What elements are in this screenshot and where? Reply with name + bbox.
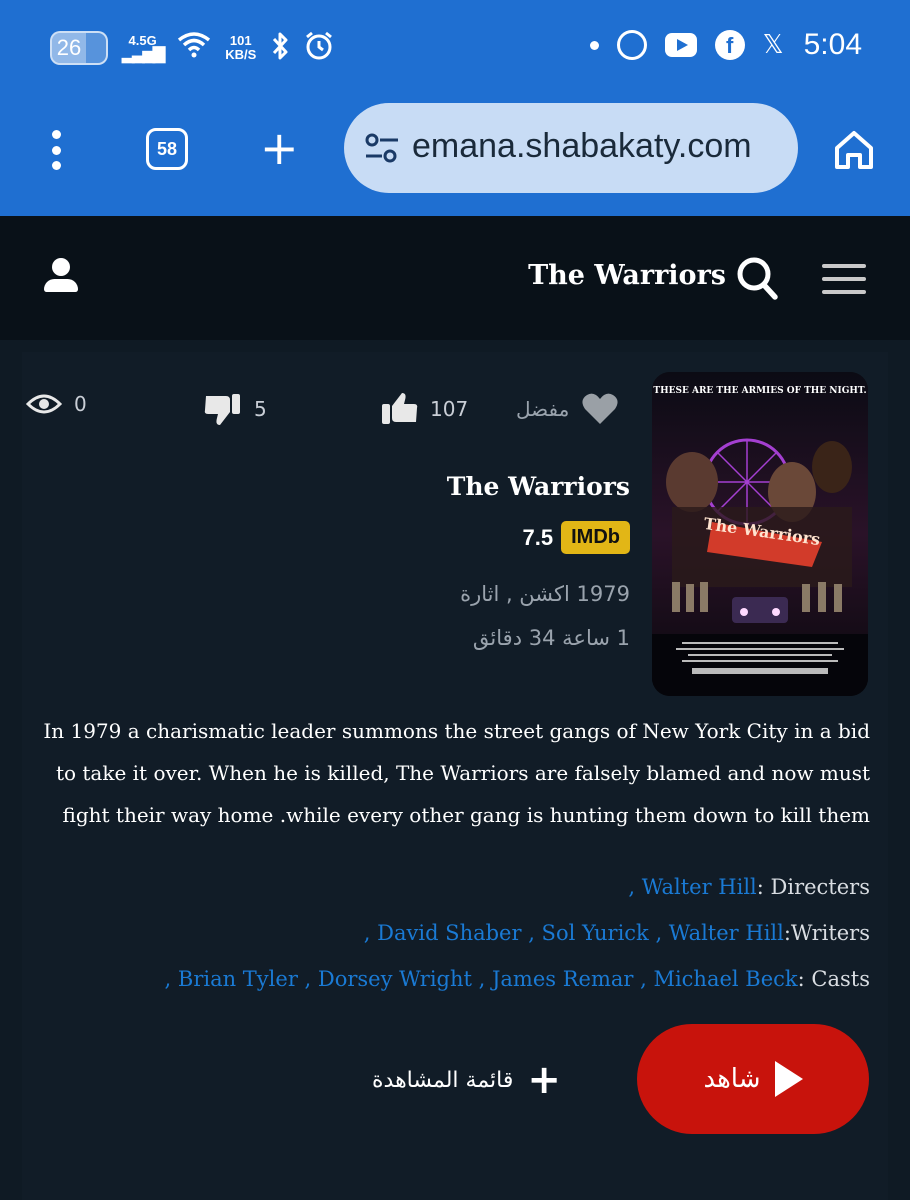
speed-unit: KB/S (225, 46, 257, 62)
casts-label: : Casts (797, 967, 870, 991)
thumbs-up-icon (382, 393, 418, 424)
movie-description: In 1979 a charismatic leader summons the… (43, 719, 870, 827)
home-icon[interactable] (832, 128, 876, 172)
directors-row: , Walter Hill: Directers (24, 864, 870, 910)
add-to-watchlist-button[interactable]: قائمة المشاهدة + (372, 1060, 561, 1100)
movie-title: The Warriors (446, 472, 630, 501)
wifi-icon (177, 30, 211, 65)
address-bar[interactable]: emana.shabakaty.com (344, 103, 798, 193)
header-search-title[interactable]: The Warriors (528, 260, 726, 291)
plus-icon: + (527, 1057, 561, 1103)
alarm-icon (304, 31, 334, 65)
imdb-rating: 7.5 (522, 524, 554, 550)
views-count: 0 (74, 392, 87, 416)
browser-chrome: 26 4.5G ▂▃▅▇ 101 KB/S f 𝕏 5:04 58 + eman… (0, 0, 910, 216)
status-bar: 26 4.5G ▂▃▅▇ 101 KB/S f 𝕏 5:04 (0, 0, 910, 100)
eye-icon (26, 394, 62, 414)
directors-label: : Directers (756, 875, 870, 899)
watch-label: شاهد (703, 1064, 761, 1094)
favorite-button[interactable]: مفضل (516, 392, 619, 426)
facebook-icon: f (714, 30, 745, 60)
casts-links[interactable]: , Brian Tyler , Dorsey Wright , James Re… (165, 967, 798, 991)
browser-toolbar: 58 + emana.shabakaty.com (0, 100, 910, 216)
dislikes-count: 5 (254, 397, 267, 421)
like-button[interactable]: 107 (380, 392, 468, 426)
youtube-icon (664, 33, 697, 57)
views-stat: 0 (26, 392, 87, 416)
play-icon (774, 1061, 803, 1097)
casts-row: , Brian Tyler , Dorsey Wright , James Re… (24, 956, 870, 1002)
user-icon[interactable] (42, 258, 80, 298)
data-speed: 101 KB/S (225, 32, 257, 62)
notification-dot-icon (589, 40, 599, 50)
network-indicator: 4.5G ▂▃▅▇ (122, 33, 165, 63)
url-text: emana.shabakaty.com (412, 127, 752, 165)
year-genres: 1979 اكشن , اثارة (460, 582, 630, 606)
battery-level: 26 (52, 32, 86, 63)
search-icon[interactable] (736, 256, 778, 300)
speed-value: 101 (229, 32, 252, 48)
x-icon: 𝕏 (762, 30, 784, 60)
duration: 1 ساعة 34 دقائق (472, 626, 630, 650)
movie-meta: 1979 اكشن , اثارة 1 ساعة 34 دقائق (210, 572, 630, 660)
rating-row: 7.5 IMDb (210, 521, 630, 554)
hamburger-menu-icon[interactable] (822, 264, 866, 294)
tab-switcher-button[interactable]: 58 (146, 128, 188, 170)
overflow-menu-icon[interactable] (46, 130, 66, 170)
movie-poster[interactable]: THESE ARE THE ARMIES OF THE NIGHT. The W… (652, 372, 868, 696)
credits: , Walter Hill: Directers , David Shaber … (24, 864, 870, 1002)
chrome-icon (616, 30, 647, 60)
movie-card: 0 5 107 مفضل THESE ARE THE ARMIES OF THE… (22, 352, 888, 1200)
watch-button[interactable]: شاهد (637, 1024, 869, 1134)
favorite-label: مفضل (516, 397, 570, 421)
thumbs-down-icon (204, 394, 240, 425)
writers-label: :Writers (783, 921, 870, 945)
bluetooth-icon (270, 31, 290, 65)
dislike-button[interactable]: 5 (204, 392, 267, 426)
stats-row: 0 5 107 مفضل (22, 392, 632, 432)
watchlist-label: قائمة المشاهدة (372, 1067, 514, 1093)
site-header: The Warriors (0, 216, 910, 340)
status-right: f 𝕏 5:04 (589, 28, 862, 62)
directors-links[interactable]: , Walter Hill (628, 875, 756, 899)
new-tab-icon[interactable]: + (260, 120, 299, 176)
writers-row: , David Shaber , Sol Yurick , Walter Hil… (24, 910, 870, 956)
likes-count: 107 (430, 397, 469, 421)
imdb-badge: IMDb (561, 521, 630, 554)
signal-icon: ▂▃▅▇ (122, 45, 165, 63)
battery-icon: 26 (50, 30, 108, 65)
clock: 5:04 (803, 28, 862, 61)
writers-links[interactable]: , David Shaber , Sol Yurick , Walter Hil… (364, 921, 784, 945)
poster-tagline: THESE ARE THE ARMIES OF THE NIGHT. (653, 386, 867, 396)
movie-info: The Warriors 7.5 IMDb 1979 اكشن , اثارة … (210, 472, 630, 660)
site-settings-icon[interactable] (364, 133, 400, 163)
status-left: 26 4.5G ▂▃▅▇ 101 KB/S (50, 30, 334, 65)
heart-icon (582, 393, 618, 424)
